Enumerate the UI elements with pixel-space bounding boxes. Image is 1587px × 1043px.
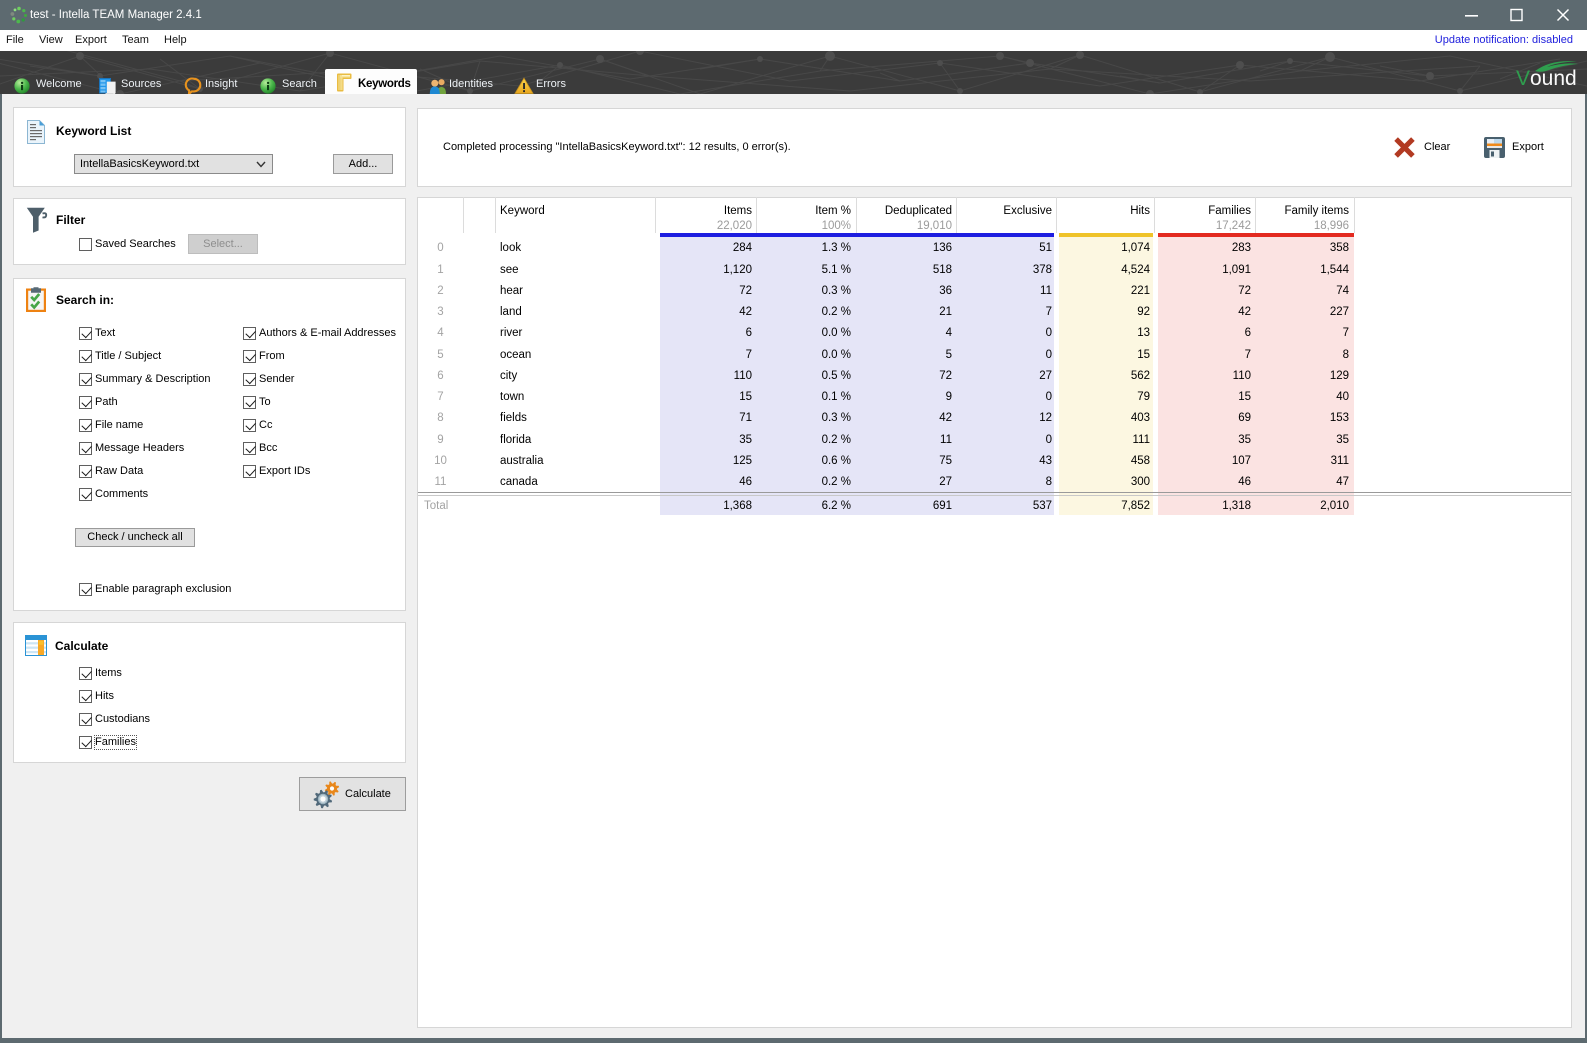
- svg-text:V: V: [1516, 67, 1530, 90]
- svg-text:ound: ound: [1530, 67, 1577, 90]
